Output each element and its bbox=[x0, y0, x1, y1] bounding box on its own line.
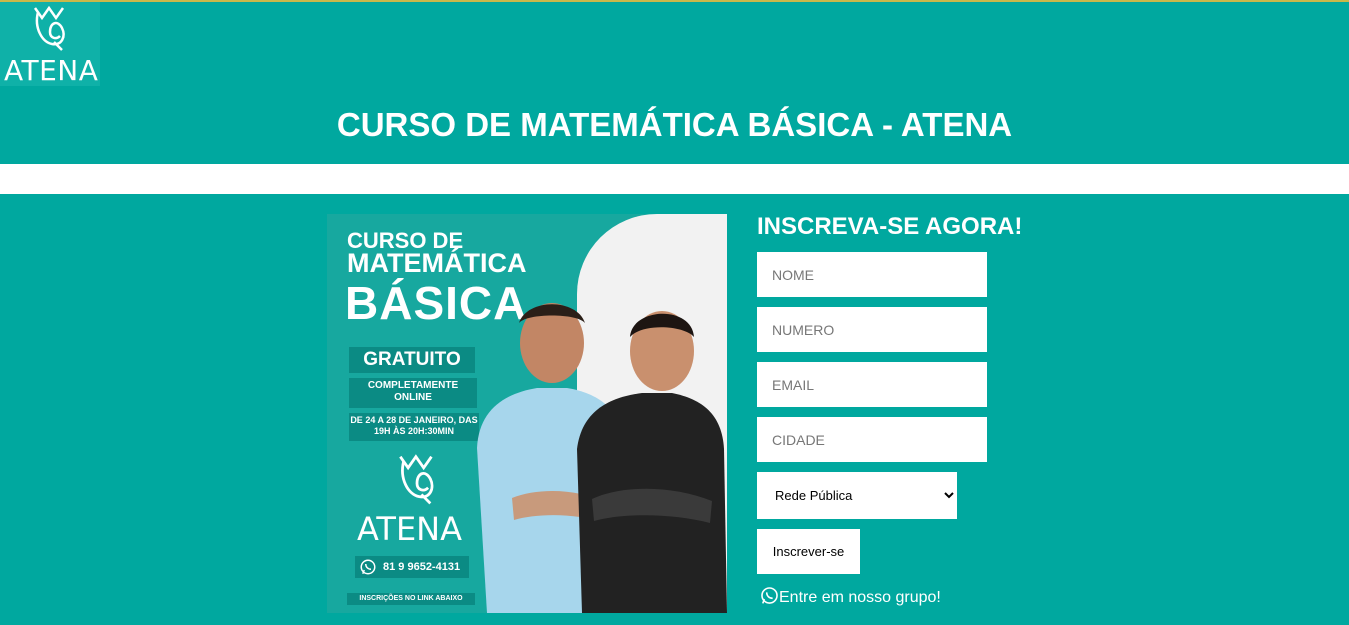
logo[interactable]: ATENA bbox=[0, 2, 100, 87]
poster-online-badge: COMPLETAMENTE ONLINE bbox=[349, 378, 477, 408]
email-input[interactable] bbox=[757, 362, 987, 407]
person-dark-shirt bbox=[577, 311, 727, 613]
rede-select[interactable]: Rede Pública bbox=[757, 472, 957, 519]
poster-brand: ATENA bbox=[357, 510, 462, 548]
poster-phone: 81 9 9652-4131 bbox=[355, 556, 469, 578]
numero-input[interactable] bbox=[757, 307, 987, 352]
poster-inscricoes: INSCRIÇÕES NO LINK ABAIXO bbox=[347, 593, 475, 605]
poster-owl-icon bbox=[399, 454, 434, 505]
white-divider bbox=[0, 164, 1349, 194]
poster-gratuito-badge: GRATUITO bbox=[349, 347, 475, 373]
whatsapp-icon bbox=[761, 587, 778, 604]
inscrever-button[interactable]: Inscrever-se bbox=[757, 529, 860, 574]
group-link-label: Entre em nosso grupo! bbox=[779, 589, 941, 606]
poster-phone-number: 81 9 9652-4131 bbox=[383, 561, 461, 573]
whatsapp-group-link[interactable]: Entre em nosso grupo! bbox=[760, 586, 941, 607]
whatsapp-icon bbox=[360, 559, 376, 575]
course-poster: CURSO DE MATEMÁTICA BÁSICA GRATUITO COMP… bbox=[327, 214, 727, 613]
form-title: INSCREVA-SE AGORA! bbox=[757, 213, 1023, 240]
poster-line-2: MATEMÁTICA bbox=[347, 248, 527, 278]
nome-input[interactable] bbox=[757, 252, 987, 297]
atena-owl-icon bbox=[33, 6, 65, 51]
poster-dates-badge: DE 24 A 28 DE JANEIRO, DAS 19H ÀS 20H:30… bbox=[349, 413, 479, 441]
logo-text: ATENA bbox=[4, 54, 99, 87]
cidade-input[interactable] bbox=[757, 417, 987, 462]
page-title: CURSO DE MATEMÁTICA BÁSICA - ATENA bbox=[336, 106, 1013, 143]
